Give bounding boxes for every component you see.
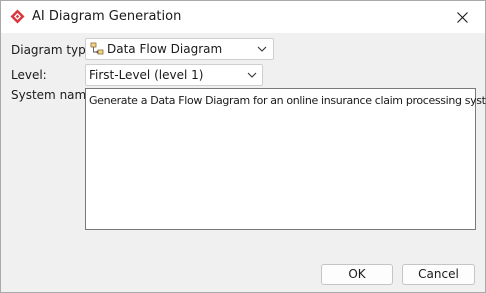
chevron-down-icon	[257, 46, 267, 52]
close-button[interactable]	[439, 1, 485, 33]
cancel-button[interactable]: Cancel	[402, 264, 475, 285]
close-icon	[456, 11, 468, 23]
diagram-type-value: Data Flow Diagram	[107, 42, 223, 56]
ok-button[interactable]: OK	[321, 264, 393, 285]
level-label: Level:	[11, 68, 47, 82]
diagram-type-select[interactable]: Data Flow Diagram	[85, 38, 274, 60]
system-name-textarea[interactable]: Generate a Data Flow Diagram for an onli…	[85, 88, 486, 230]
chevron-down-icon	[247, 72, 257, 78]
data-flow-diagram-icon	[90, 42, 104, 55]
visual-paradigm-diamond-icon	[10, 9, 25, 24]
title-bar: AI Diagram Generation	[1, 1, 485, 33]
level-select[interactable]: First-Level (level 1)	[85, 64, 263, 86]
window-title: AI Diagram Generation	[32, 9, 182, 24]
level-value: First-Level (level 1)	[89, 68, 204, 82]
ai-diagram-generation-dialog: AI Diagram Generation Diagram type: Data…	[0, 0, 486, 293]
system-name-text: Generate a Data Flow Diagram for an onli…	[89, 94, 486, 107]
